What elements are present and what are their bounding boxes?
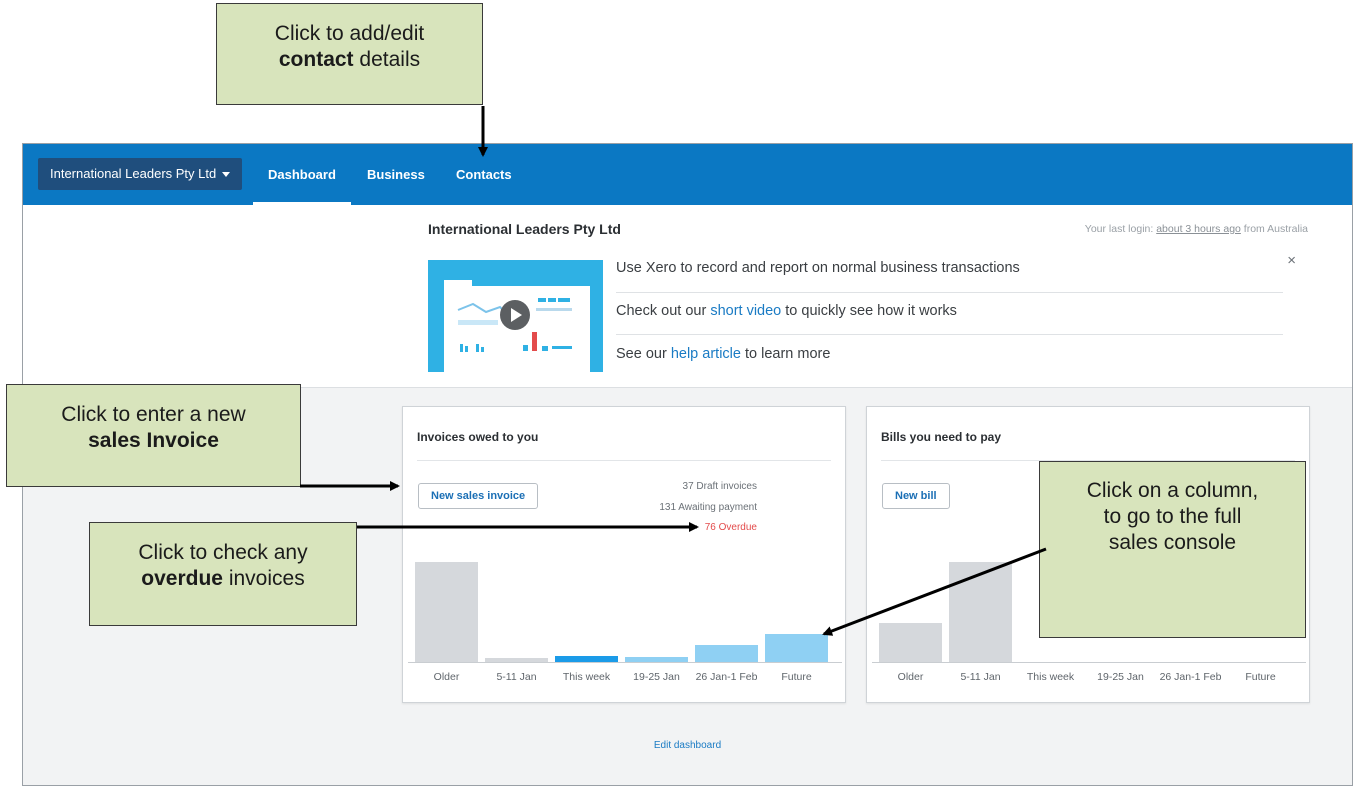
- chart-bar-1[interactable]: [485, 658, 548, 662]
- new-sales-invoice-button[interactable]: New sales invoice: [418, 483, 539, 509]
- short-video-link[interactable]: short video: [710, 303, 781, 319]
- chart-tick-label: Future: [1245, 671, 1276, 683]
- callout-bold: contact: [278, 48, 354, 71]
- close-icon[interactable]: ×: [1287, 252, 1296, 269]
- chart-tick-label: 19-25 Jan: [633, 671, 680, 683]
- chart-tick-label: This week: [563, 671, 611, 683]
- callout-text: Click to add/edit: [274, 22, 425, 45]
- callout-contact-details: Click to add/edit contact details: [216, 3, 483, 105]
- chart-tick-label: Older: [434, 671, 460, 683]
- promo-text-1: Use Xero to record and report on normal …: [616, 260, 1020, 276]
- tab-dashboard[interactable]: Dashboard: [253, 144, 351, 205]
- callout-text: contact details: [217, 47, 482, 73]
- org-selector-label: International Leaders Pty Ltd: [50, 166, 217, 181]
- last-login-link[interactable]: about 3 hours ago: [1156, 223, 1241, 235]
- draft-invoices-stat[interactable]: 37 Draft invoices: [683, 481, 757, 492]
- chart-bar-1[interactable]: [949, 562, 1012, 662]
- last-login-suffix: from Australia: [1243, 223, 1308, 235]
- tab-business[interactable]: Business: [367, 144, 425, 205]
- chart-bar-0[interactable]: [415, 562, 478, 662]
- chart-tick-label: This week: [1027, 671, 1075, 683]
- callout-text: sales console: [1108, 531, 1237, 554]
- org-title: International Leaders Pty Ltd: [428, 221, 621, 237]
- callout-sales-invoice: Click to enter a new sales Invoice: [6, 384, 301, 487]
- callout-bold: overdue: [141, 567, 223, 590]
- chart-tick-label: 5-11 Jan: [960, 671, 1000, 683]
- chart-tick-label: 5-11 Jan: [496, 671, 536, 683]
- callout-bold: sales Invoice: [88, 429, 219, 452]
- awaiting-payment-stat[interactable]: 131 Awaiting payment: [659, 502, 757, 513]
- callout-text: overdue invoices: [90, 566, 356, 592]
- last-login-text: Your last login: about 3 hours ago from …: [1085, 223, 1308, 235]
- callout-overdue: Click to check any overdue invoices: [89, 522, 357, 626]
- chart-tick-label: Future: [781, 671, 812, 683]
- chart-bar-0[interactable]: [879, 623, 942, 662]
- caret-down-icon: [222, 172, 231, 178]
- invoices-card-title: Invoices owed to you: [417, 430, 539, 444]
- callout-text: to go to the full: [1103, 505, 1242, 528]
- top-navigation-bar: International Leaders Pty Ltd Dashboard …: [23, 144, 1352, 205]
- play-icon[interactable]: [500, 300, 530, 330]
- invoices-card: Invoices owed to you New sales invoice 3…: [402, 406, 846, 703]
- chart-tick-label: 26 Jan-1 Feb: [1160, 671, 1222, 683]
- callout-text: Click on a column,: [1086, 479, 1259, 502]
- callout-column: Click on a column, to go to the full sal…: [1039, 461, 1306, 638]
- overdue-stat[interactable]: 76 Overdue: [705, 522, 757, 533]
- callout-text: Click to check any: [138, 541, 308, 564]
- promo-text-3a: See our: [616, 346, 667, 362]
- chart-bar-3[interactable]: [625, 657, 688, 662]
- video-thumbnail[interactable]: [428, 260, 603, 372]
- chart-bar-2[interactable]: [555, 656, 618, 662]
- edit-dashboard-link[interactable]: Edit dashboard: [23, 740, 1352, 751]
- welcome-panel: International Leaders Pty Ltd Your last …: [23, 205, 1352, 388]
- promo-line-1: Use Xero to record and report on normal …: [616, 260, 1283, 293]
- tab-contacts[interactable]: Contacts: [456, 144, 512, 205]
- promo-line-2: Check out our short video to quickly see…: [616, 303, 1283, 335]
- stage: International Leaders Pty Ltd Dashboard …: [0, 0, 1356, 790]
- card-divider: [417, 460, 831, 461]
- chart-bar-4[interactable]: [695, 645, 758, 662]
- chart-tick-label: Older: [898, 671, 924, 683]
- callout-text: invoices: [228, 567, 305, 590]
- callout-text: sales Invoice: [7, 428, 300, 454]
- help-article-link[interactable]: help article: [671, 346, 741, 362]
- promo-text-2b: to quickly see how it works: [785, 303, 957, 319]
- last-login-prefix: Your last login:: [1084, 223, 1154, 235]
- bills-card-title: Bills you need to pay: [881, 430, 1002, 444]
- org-selector-button[interactable]: International Leaders Pty Ltd: [38, 158, 243, 190]
- callout-text: Click to enter a new: [61, 403, 246, 426]
- callout-text: details: [359, 48, 421, 71]
- promo-text-3b: to learn more: [744, 346, 831, 362]
- chart-tick-label: 19-25 Jan: [1097, 671, 1144, 683]
- promo-line-3: See our help article to learn more: [616, 346, 1283, 376]
- promo-text-2a: Check out our: [616, 303, 707, 319]
- chart-bar-5[interactable]: [765, 634, 828, 662]
- new-bill-button[interactable]: New bill: [882, 483, 950, 509]
- chart-tick-label: 26 Jan-1 Feb: [696, 671, 758, 683]
- invoices-bar-chart[interactable]: Older 5-11 Jan This week 19-25 Jan 26 Jan-1 …: [408, 547, 842, 692]
